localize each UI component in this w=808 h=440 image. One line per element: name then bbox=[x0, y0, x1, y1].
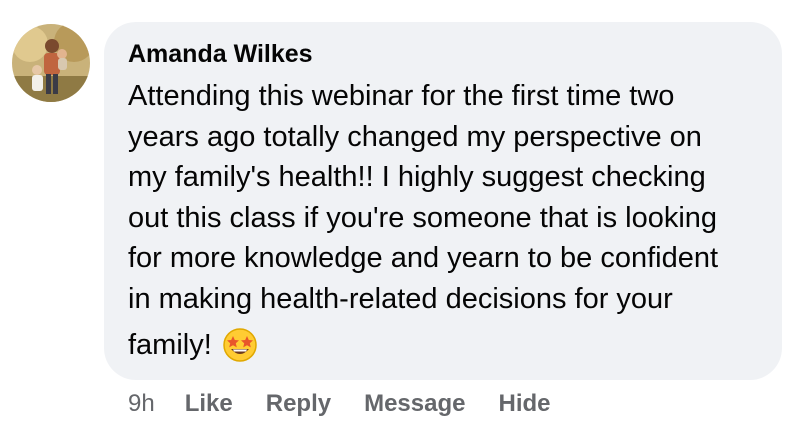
comment-text-line: out this class if you're someone that is… bbox=[128, 201, 718, 234]
comment-text-line: years ago totally changed my perspective… bbox=[128, 120, 702, 153]
comment: Amanda Wilkes Attending this webinar for… bbox=[0, 0, 808, 440]
star-struck-emoji-icon bbox=[222, 327, 258, 363]
comment-actions: 9h Like Reply Message Hide bbox=[128, 390, 584, 418]
avatar[interactable] bbox=[12, 24, 90, 102]
comment-text-line: Attending this webinar for the first tim… bbox=[128, 80, 675, 112]
comment-timestamp[interactable]: 9h bbox=[128, 390, 155, 418]
comment-text-line: my family's health!! I highly suggest ch… bbox=[128, 161, 706, 193]
like-button[interactable]: Like bbox=[185, 390, 233, 418]
comment-bubble: Amanda Wilkes Attending this webinar for… bbox=[104, 22, 782, 380]
comment-text-line: for more knowledge and yearn to be confi… bbox=[128, 242, 719, 274]
message-button[interactable]: Message bbox=[364, 390, 465, 418]
reply-button[interactable]: Reply bbox=[266, 390, 331, 418]
comment-author[interactable]: Amanda Wilkes bbox=[128, 38, 758, 70]
comment-text-line: family! bbox=[128, 329, 212, 361]
hide-button[interactable]: Hide bbox=[498, 390, 550, 418]
comment-text-line: in making health-related decisions for y… bbox=[128, 282, 673, 315]
comment-text-last-line: family! bbox=[128, 325, 768, 366]
profile-photo-icon bbox=[12, 24, 90, 102]
comment-text: Attending this webinar for the first tim… bbox=[128, 76, 768, 366]
